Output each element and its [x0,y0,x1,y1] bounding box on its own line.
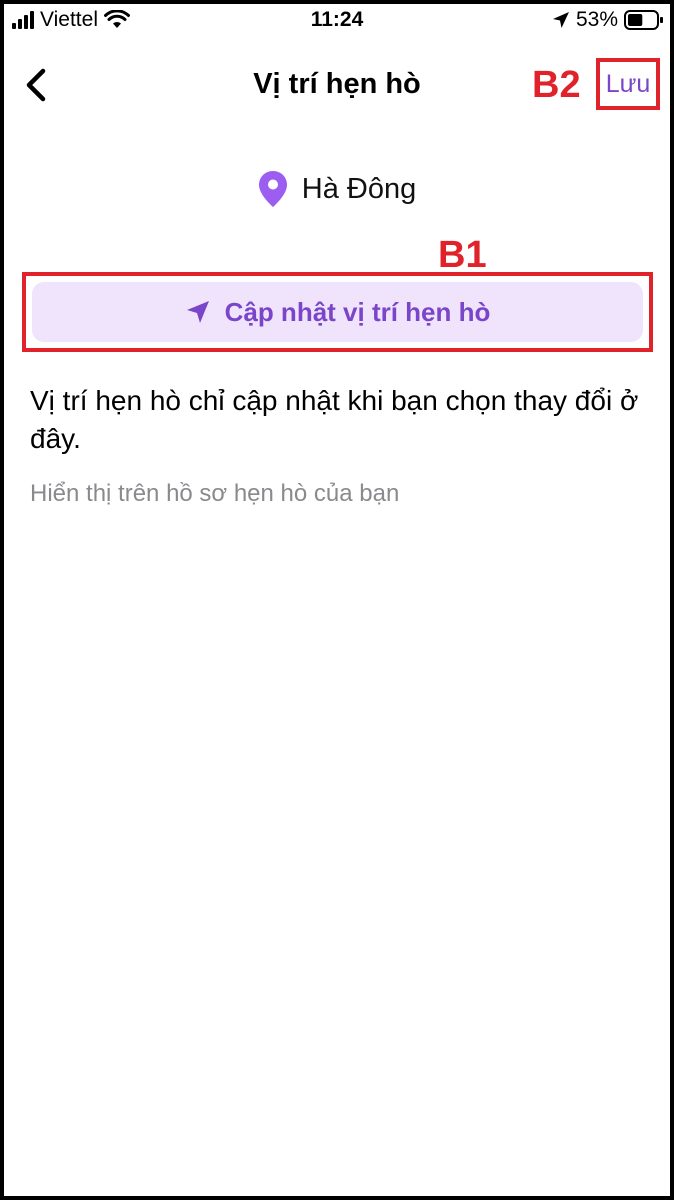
map-pin-icon [258,171,287,207]
status-bar: Viettel 11:24 53% [4,4,670,38]
annotation-highlight-box: Cập nhật vị trí hẹn hò [22,272,653,352]
save-label: Lưu [605,69,651,98]
status-right: 53% [552,8,664,32]
info-text: Vị trí hẹn hò chỉ cập nhật khi bạn chọn … [30,385,639,454]
battery-icon [624,10,663,30]
location-services-icon [552,12,569,28]
current-location: Hà Đông [4,170,670,208]
update-location-label: Cập nhật vị trí hẹn hò [224,296,491,327]
info-subtext: Hiển thị trên hồ sơ hẹn hò của bạn [30,480,400,507]
annotation-b1: B1 [438,234,487,276]
nav-bar: Vị trí hẹn hò B2 Lưu [4,48,670,120]
battery-percent: 53% [575,8,618,31]
screen: Viettel 11:24 53% Vị trí hẹn hò B2 Lưu H… [4,4,670,1196]
navigation-arrow-icon [186,301,209,323]
annotation-b2: B2 [532,64,581,106]
save-button[interactable]: Lưu [596,58,660,110]
location-name: Hà Đông [301,172,417,205]
update-location-button[interactable]: Cập nhật vị trí hẹn hò [32,282,643,342]
